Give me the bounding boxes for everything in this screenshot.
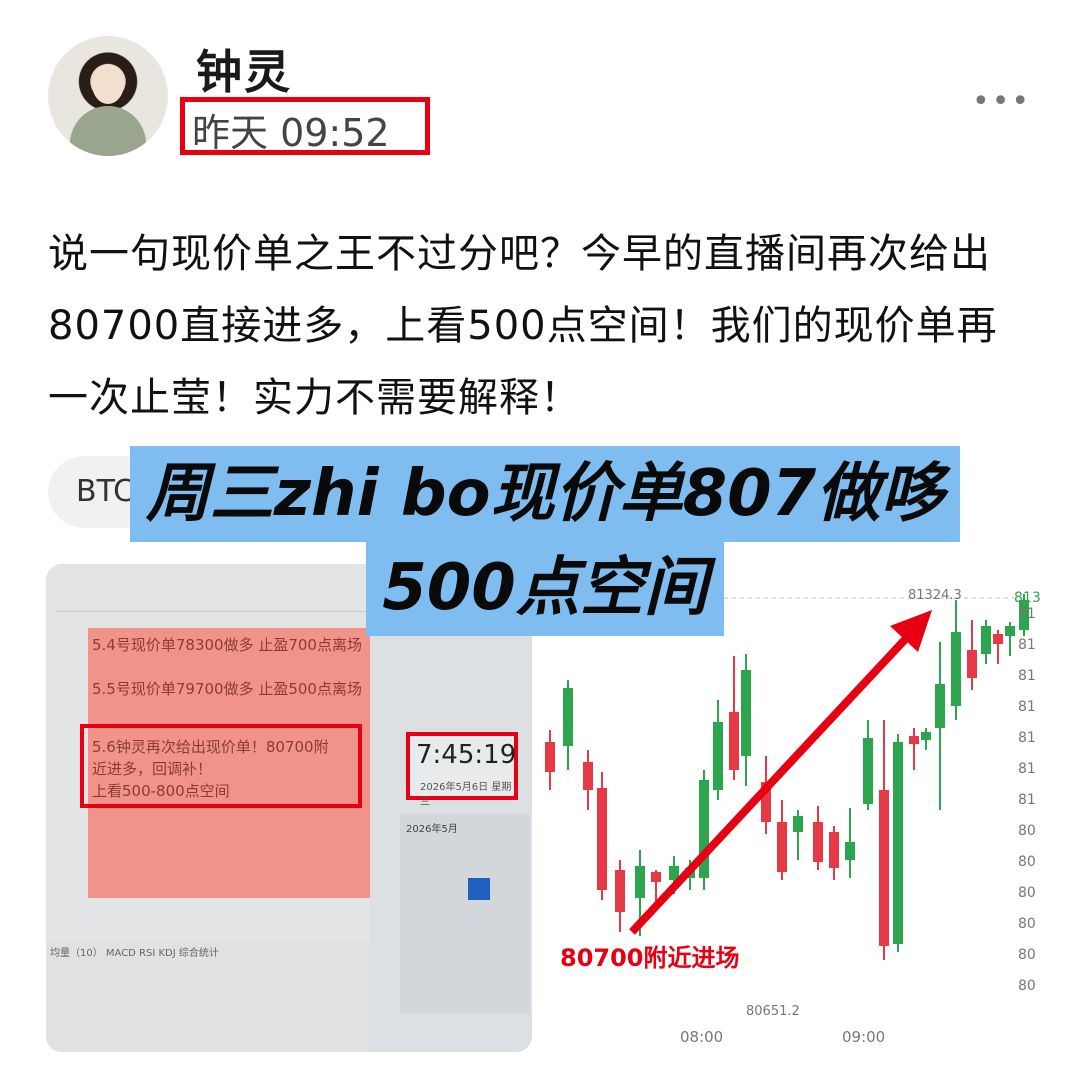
candle-body — [741, 670, 751, 756]
y-axis-label: 80 — [1018, 885, 1036, 901]
candle-body — [935, 684, 945, 728]
clock-widget: 7:45:19 2026年5月6日 星期三 — [406, 732, 518, 808]
clock-date: 2026年5月6日 星期三 — [420, 782, 512, 808]
candle-body — [921, 732, 931, 740]
x-axis-label-0800: 08:00 — [680, 1028, 724, 1046]
note-highlight-box — [80, 724, 362, 808]
chart-entry-annotation: 80700附近进场 — [560, 944, 740, 972]
y-axis-label: 813 — [1014, 590, 1041, 606]
note-line-2: 5.5号现价单79700做多 止盈500点离场 — [92, 680, 362, 698]
candle-body — [635, 866, 645, 898]
candle-body — [829, 832, 839, 868]
candle-body — [713, 722, 723, 790]
y-axis-label: 81 — [1018, 792, 1036, 808]
username[interactable]: 钟灵 — [196, 36, 292, 102]
avatar-figure — [70, 106, 146, 156]
y-axis-label: 81 — [1018, 730, 1036, 746]
x-axis-label-0900: 09:00 — [842, 1028, 886, 1046]
candle-body — [813, 822, 823, 862]
y-axis-label: 80 — [1018, 916, 1036, 932]
candle-body — [563, 688, 573, 746]
y-axis-label: 81 — [1018, 637, 1036, 653]
chart-low-label: 80651.2 — [746, 1004, 800, 1019]
screenshot-photo[interactable]: 5.4号现价单78300做多 止盈700点离场 5.5号现价单79700做多 止… — [46, 564, 532, 1052]
candles-group — [545, 594, 1029, 960]
candle-body — [879, 790, 889, 946]
banner-subline: 500点空间 — [366, 540, 724, 636]
y-axis-label: 80 — [1018, 823, 1036, 839]
candle-body — [651, 872, 661, 882]
trading-app-pane: 5.4号现价单78300做多 止盈700点离场 5.5号现价单79700做多 止… — [46, 564, 398, 1052]
candle-body — [597, 788, 607, 890]
indicator-bar: 均量（10） MACD RSI KDJ 综合统计 — [46, 942, 398, 1052]
app-toolbar — [56, 572, 386, 612]
banner-headline: 周三zhi bo现价单807做哆 — [130, 446, 960, 542]
candle-body — [845, 842, 855, 860]
candle-body — [583, 762, 593, 790]
calendar-widget: 2026年5月 — [400, 814, 530, 1014]
candle-body — [993, 634, 1003, 644]
avatar[interactable] — [48, 36, 168, 156]
y-axis-label: 81 — [1018, 668, 1036, 684]
indicator-labels: 均量（10） MACD RSI KDJ 综合统计 — [50, 948, 219, 959]
y-axis-label: 81 — [1018, 761, 1036, 777]
y-axis-label: 81 — [1018, 606, 1036, 622]
candle-body — [1005, 626, 1015, 636]
y-axis-label: 80 — [1018, 978, 1036, 994]
clock-time: 7:45:19 — [416, 740, 517, 770]
banner-line-1: 周三zhi bo现价单807做哆 — [145, 457, 945, 531]
post-text: 说一句现价单之王不过分吧？今早的直播间再次给出80700直接进多，上看500点空… — [48, 231, 998, 421]
post-time: 昨天 09:52 — [192, 111, 390, 155]
candle-body — [615, 870, 625, 912]
calendar-month: 2026年5月 — [406, 824, 458, 835]
more-options-icon[interactable]: ••• — [972, 84, 1031, 119]
note-line-1: 5.4号现价单78300做多 止盈700点离场 — [92, 636, 362, 654]
avatar-face — [92, 64, 124, 104]
candle-body — [893, 742, 903, 944]
candle-body — [967, 650, 977, 678]
candle-body — [545, 742, 555, 772]
y-axis-label: 81 — [1018, 699, 1036, 715]
candle-body — [793, 816, 803, 832]
candle-body — [909, 736, 919, 744]
chart-high-label: 81324.3 — [908, 588, 962, 603]
candle-body — [777, 822, 787, 872]
candle-body — [729, 712, 739, 770]
candle-body — [951, 632, 961, 706]
calendar-selected-day — [468, 878, 490, 900]
y-axis-label: 80 — [1018, 947, 1036, 963]
banner-line-2: 500点空间 — [382, 551, 708, 625]
candle-body — [863, 738, 873, 804]
y-axis-label: 80 — [1018, 854, 1036, 870]
candle-body — [981, 626, 991, 654]
